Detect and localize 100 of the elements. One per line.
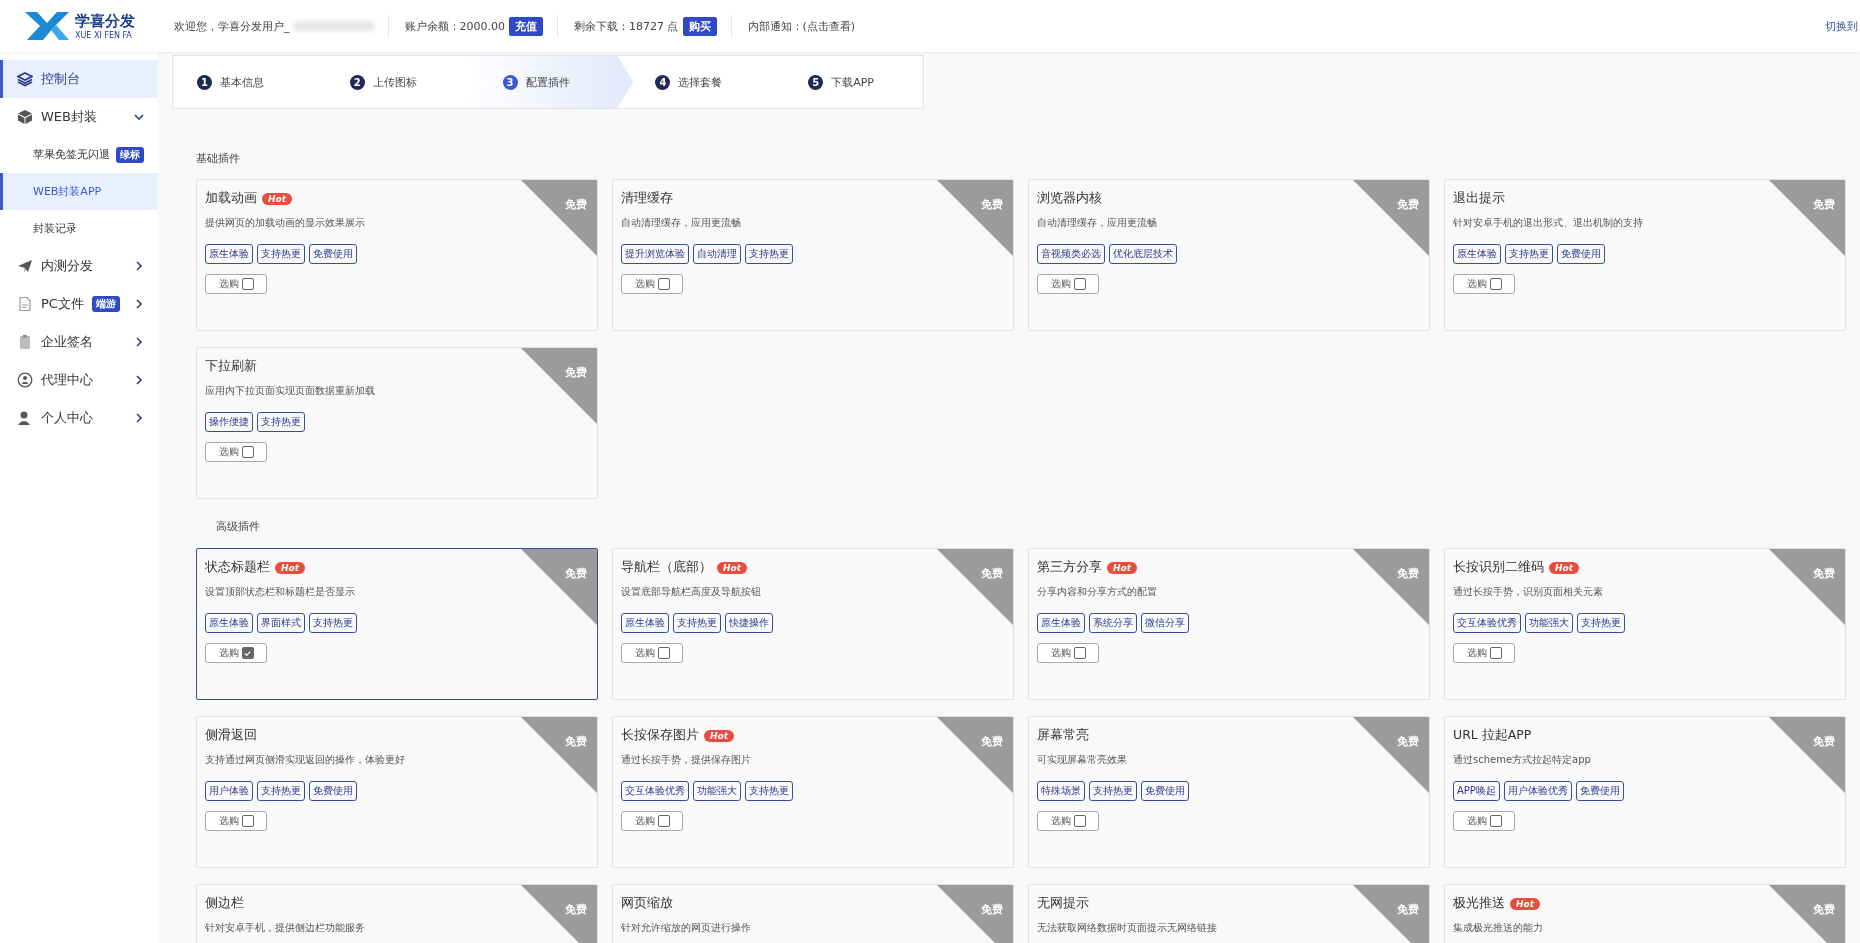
hot-badge: Hot	[1510, 897, 1541, 910]
hot-badge: Hot	[1549, 561, 1580, 574]
feature-tag: 交互体验优秀	[621, 781, 689, 801]
select-button[interactable]: 选购	[205, 442, 267, 462]
feature-tag: 免费使用	[1575, 781, 1624, 801]
feature-tag: 支持热更	[257, 412, 305, 432]
select-button[interactable]: 选购	[621, 274, 683, 294]
select-button[interactable]: 选购	[621, 643, 683, 663]
select-button[interactable]: 选购	[205, 643, 267, 663]
checkbox[interactable]	[657, 647, 670, 659]
feature-tag: 原生体验	[205, 244, 253, 264]
plugin-description: 集成极光推送的能力	[1453, 921, 1544, 935]
select-button[interactable]: 选购	[205, 811, 267, 831]
document-icon	[17, 296, 33, 312]
feature-tag: 支持热更	[257, 244, 305, 264]
sidebar-subitem[interactable]: WEB封装APP	[0, 173, 158, 210]
sidebar-item[interactable]: 控制台	[0, 60, 158, 98]
plugin-description: 通过长按手势，识别页面相关元素	[1453, 585, 1604, 599]
plugin-title: 长按识别二维码	[1453, 559, 1544, 576]
plugin-title: 加载动画	[205, 190, 257, 207]
price-corner: 免费	[1353, 180, 1429, 256]
feature-tag: 自动清理	[693, 244, 741, 264]
checkbox[interactable]	[241, 278, 254, 290]
buy-button[interactable]: 购买	[682, 16, 717, 36]
price-corner: 免费	[937, 180, 1013, 256]
logo-subtitle: XUE XI FEN FA	[75, 31, 133, 40]
checkbox[interactable]	[657, 815, 670, 827]
checkbox[interactable]	[1073, 647, 1086, 659]
sidebar-item[interactable]: 个人中心	[0, 399, 158, 437]
select-button[interactable]: 选购	[1037, 811, 1099, 831]
feature-tag: 支持热更	[257, 781, 305, 801]
price-corner: 免费	[521, 348, 597, 424]
sidebar-item[interactable]: WEB封装	[0, 98, 158, 136]
select-button[interactable]: 选购	[621, 811, 683, 831]
feature-tag: 免费使用	[1141, 781, 1189, 801]
plugin-title: 导航栏（底部）	[621, 559, 712, 576]
plugin-description: 可实现屏幕常亮效果	[1037, 753, 1128, 767]
feature-tag: 支持热更	[1089, 781, 1137, 801]
feature-tag: 系统分享	[1089, 613, 1137, 633]
step-number: 2	[349, 74, 365, 90]
sidebar-subitem[interactable]: 苹果免签无闪退 绿标	[0, 136, 158, 173]
sidebar-subitem[interactable]: 封装记录	[0, 210, 158, 247]
menu-badge: 端游	[91, 296, 120, 312]
step-number: 5	[808, 74, 824, 90]
sidebar-item[interactable]: PC文件 端游	[0, 285, 158, 323]
price-corner: 免费	[521, 717, 597, 793]
feature-tag: 原生体验	[1037, 613, 1085, 633]
recharge-button[interactable]: 充值	[509, 16, 543, 36]
plugin-description: 针对允许缩放的网页进行操作	[621, 921, 752, 935]
sidebar-item[interactable]: 代理中心	[0, 361, 158, 399]
notice-link[interactable]: 内部通知：(点击查看)	[747, 18, 856, 34]
plugin-title: 侧边栏	[205, 895, 244, 912]
plugin-description: 分享内容和分享方式的配置	[1037, 585, 1158, 599]
checkbox[interactable]	[241, 647, 254, 659]
price-corner: 免费	[521, 180, 597, 256]
checkbox[interactable]	[241, 815, 254, 827]
price-corner: 免费	[937, 717, 1013, 793]
checkbox[interactable]	[1073, 815, 1086, 827]
switch-link[interactable]: 切换到	[1825, 18, 1858, 34]
select-button[interactable]: 选购	[1037, 274, 1099, 294]
hot-badge: Hot	[262, 192, 293, 205]
price-corner: 免费	[521, 549, 597, 625]
checkbox[interactable]	[1489, 278, 1502, 290]
hot-badge: Hot	[1107, 561, 1138, 574]
plugin-description: 针对安卓手机，提供侧边栏功能服务	[205, 921, 366, 935]
plugin-title: 下拉刷新	[205, 358, 257, 375]
plugin-description: 提供网页的加载动画的显示效果展示	[205, 216, 366, 230]
checkbox[interactable]	[1073, 278, 1086, 290]
feature-tag: 免费使用	[309, 781, 357, 801]
checkbox[interactable]	[657, 278, 670, 290]
plugin-description: 通过长按手势，提供保存图片	[621, 753, 752, 767]
feature-tag: 微信分享	[1141, 613, 1189, 633]
plugin-description: 自动清理缓存，应用更流畅	[621, 216, 742, 230]
sidebar-item[interactable]: 企业签名	[0, 323, 158, 361]
select-button[interactable]: 选购	[1453, 274, 1515, 294]
select-button[interactable]: 选购	[1453, 811, 1515, 831]
select-button[interactable]: 选购	[1453, 643, 1515, 663]
plugin-title: 极光推送	[1453, 895, 1505, 912]
feature-tag: 免费使用	[309, 244, 357, 264]
balance-text: 账户余额：2000.00	[404, 18, 505, 34]
step-number: 1	[197, 74, 212, 90]
checkbox[interactable]	[241, 446, 254, 458]
price-corner: 免费	[1769, 180, 1845, 256]
checkbox[interactable]	[1489, 647, 1502, 659]
feature-tag: 用户体验	[205, 781, 253, 801]
select-button[interactable]: 选购	[205, 274, 267, 294]
sidebar-item[interactable]: 内测分发	[0, 247, 158, 285]
layers-icon	[17, 71, 33, 87]
feature-tag: 用户体验优秀	[1503, 781, 1572, 801]
plugin-description: 针对安卓手机的退出形式、退出机制的支持	[1453, 216, 1644, 230]
price-corner: 免费	[1769, 717, 1845, 793]
plugin-title: 侧滑返回	[205, 727, 257, 744]
plugin-description: 无法获取网络数据时页面提示无网络链接	[1037, 921, 1218, 935]
clipboard-icon	[17, 334, 33, 350]
step-number: 4	[655, 74, 671, 90]
section-title: 基础插件	[196, 151, 241, 167]
select-button[interactable]: 选购	[1037, 643, 1099, 663]
checkbox[interactable]	[1489, 815, 1502, 827]
hot-badge: Hot	[717, 561, 748, 574]
hot-badge: Hot	[704, 729, 735, 742]
